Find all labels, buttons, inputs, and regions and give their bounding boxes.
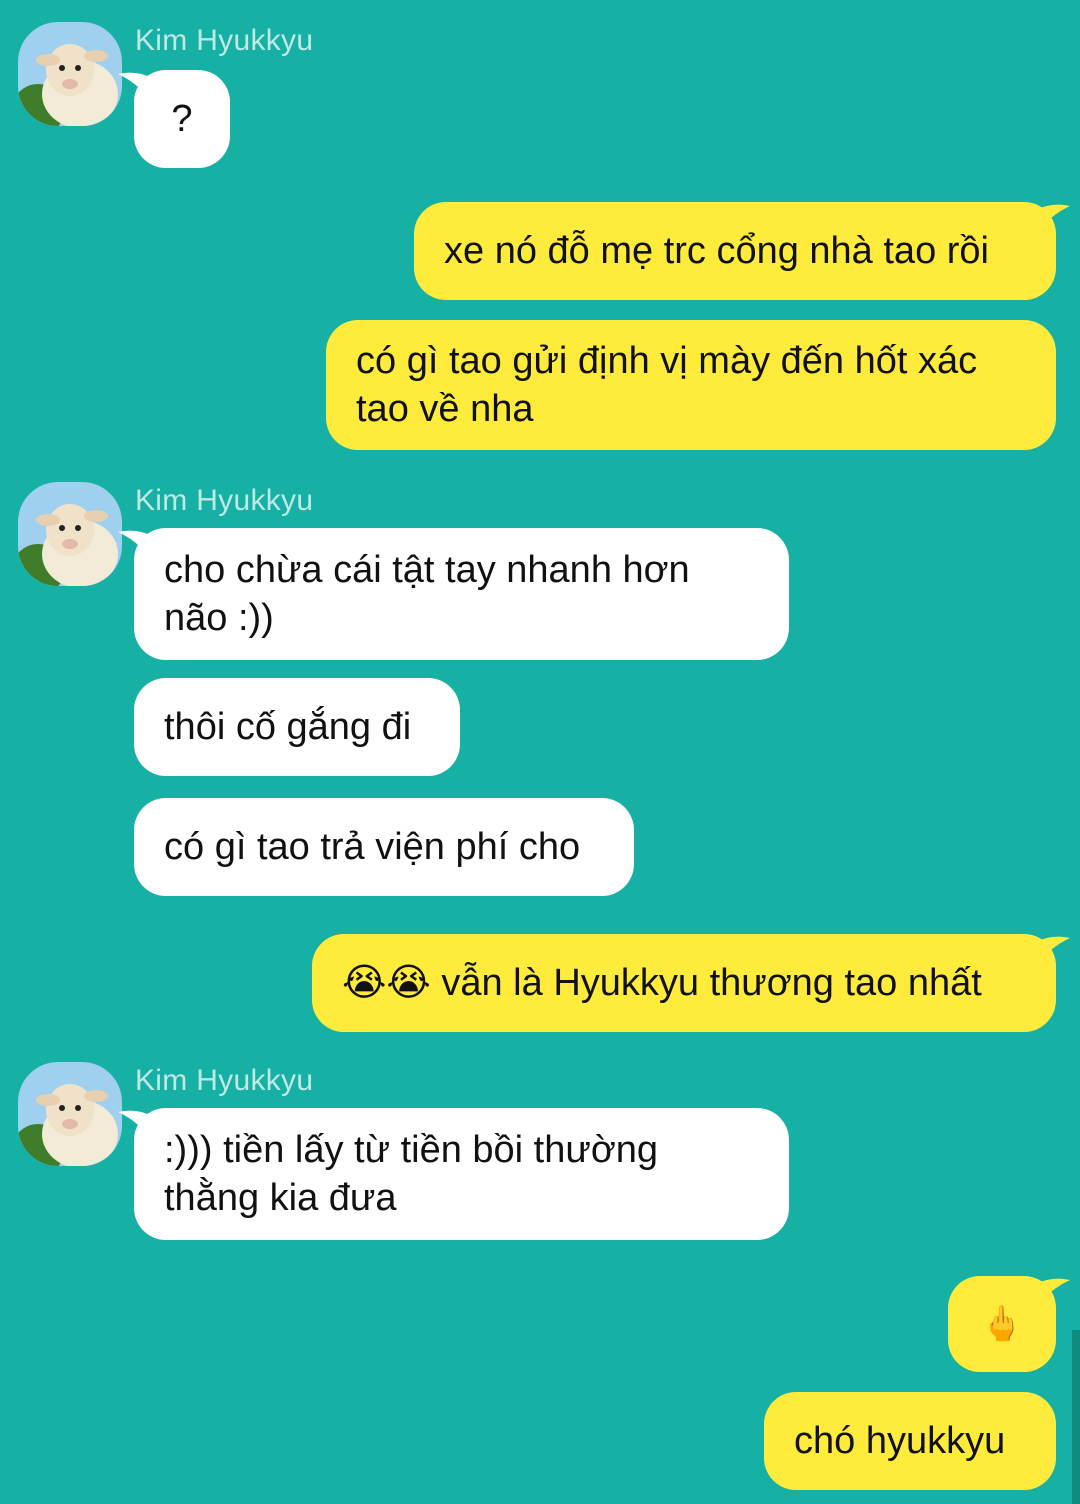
incoming-message-bubble[interactable]: thôi cố gắng đi [134,678,460,776]
sender-name: Kim Hyukkyu [135,24,314,57]
bubble-tail-icon [118,530,152,562]
outgoing-message-bubble[interactable]: 🖕 [948,1276,1070,1372]
contact-avatar[interactable] [18,482,122,586]
sheep-avatar-icon [18,482,122,586]
contact-avatar[interactable] [18,22,122,126]
bubble-tail-icon [118,72,152,104]
message-text: :))) tiền lấy từ tiền bồi thường thằng k… [164,1129,658,1219]
message-text: xe nó đỗ mẹ trc cổng nhà tao rồi [444,230,989,272]
message-text: 🖕 [980,1305,1024,1343]
incoming-message-bubble[interactable]: ? [118,70,230,168]
message-text: có gì tao gửi định vị mày đến hốt xác ta… [356,340,978,430]
bubble-tail-icon [1036,1278,1070,1310]
sheep-avatar-icon [18,22,122,126]
contact-avatar[interactable] [18,1062,122,1166]
message-text: có gì tao trả viện phí cho [164,826,581,868]
message-text: cho chừa cái tật tay nhanh hơn não :)) [164,549,690,639]
outgoing-message-bubble[interactable]: có gì tao gửi định vị mày đến hốt xác ta… [326,320,1056,450]
message-text: ? [171,98,193,140]
message-text: chó hyukkyu [794,1420,1006,1462]
sender-name: Kim Hyukkyu [135,484,314,517]
scrollbar[interactable] [1072,1330,1080,1504]
incoming-message-bubble[interactable]: có gì tao trả viện phí cho [134,798,634,896]
message-text: thôi cố gắng đi [164,706,412,748]
outgoing-message-bubble[interactable]: xe nó đỗ mẹ trc cổng nhà tao rồi [414,202,1070,300]
incoming-message-bubble[interactable]: cho chừa cái tật tay nhanh hơn não :)) [118,528,789,660]
outgoing-message-bubble[interactable]: 😭😭 vẫn là Hyukkyu thương tao nhất [312,934,1070,1032]
message-text: 😭😭 vẫn là Hyukkyu thương tao nhất [342,962,982,1004]
bubble-tail-icon [1036,204,1070,236]
sheep-avatar-icon [18,1062,122,1166]
outgoing-message-bubble[interactable]: chó hyukkyu [764,1392,1056,1490]
sender-name: Kim Hyukkyu [135,1064,314,1097]
bubble-tail-icon [118,1110,152,1142]
incoming-message-bubble[interactable]: :))) tiền lấy từ tiền bồi thường thằng k… [118,1108,789,1240]
bubble-tail-icon [1036,936,1070,968]
